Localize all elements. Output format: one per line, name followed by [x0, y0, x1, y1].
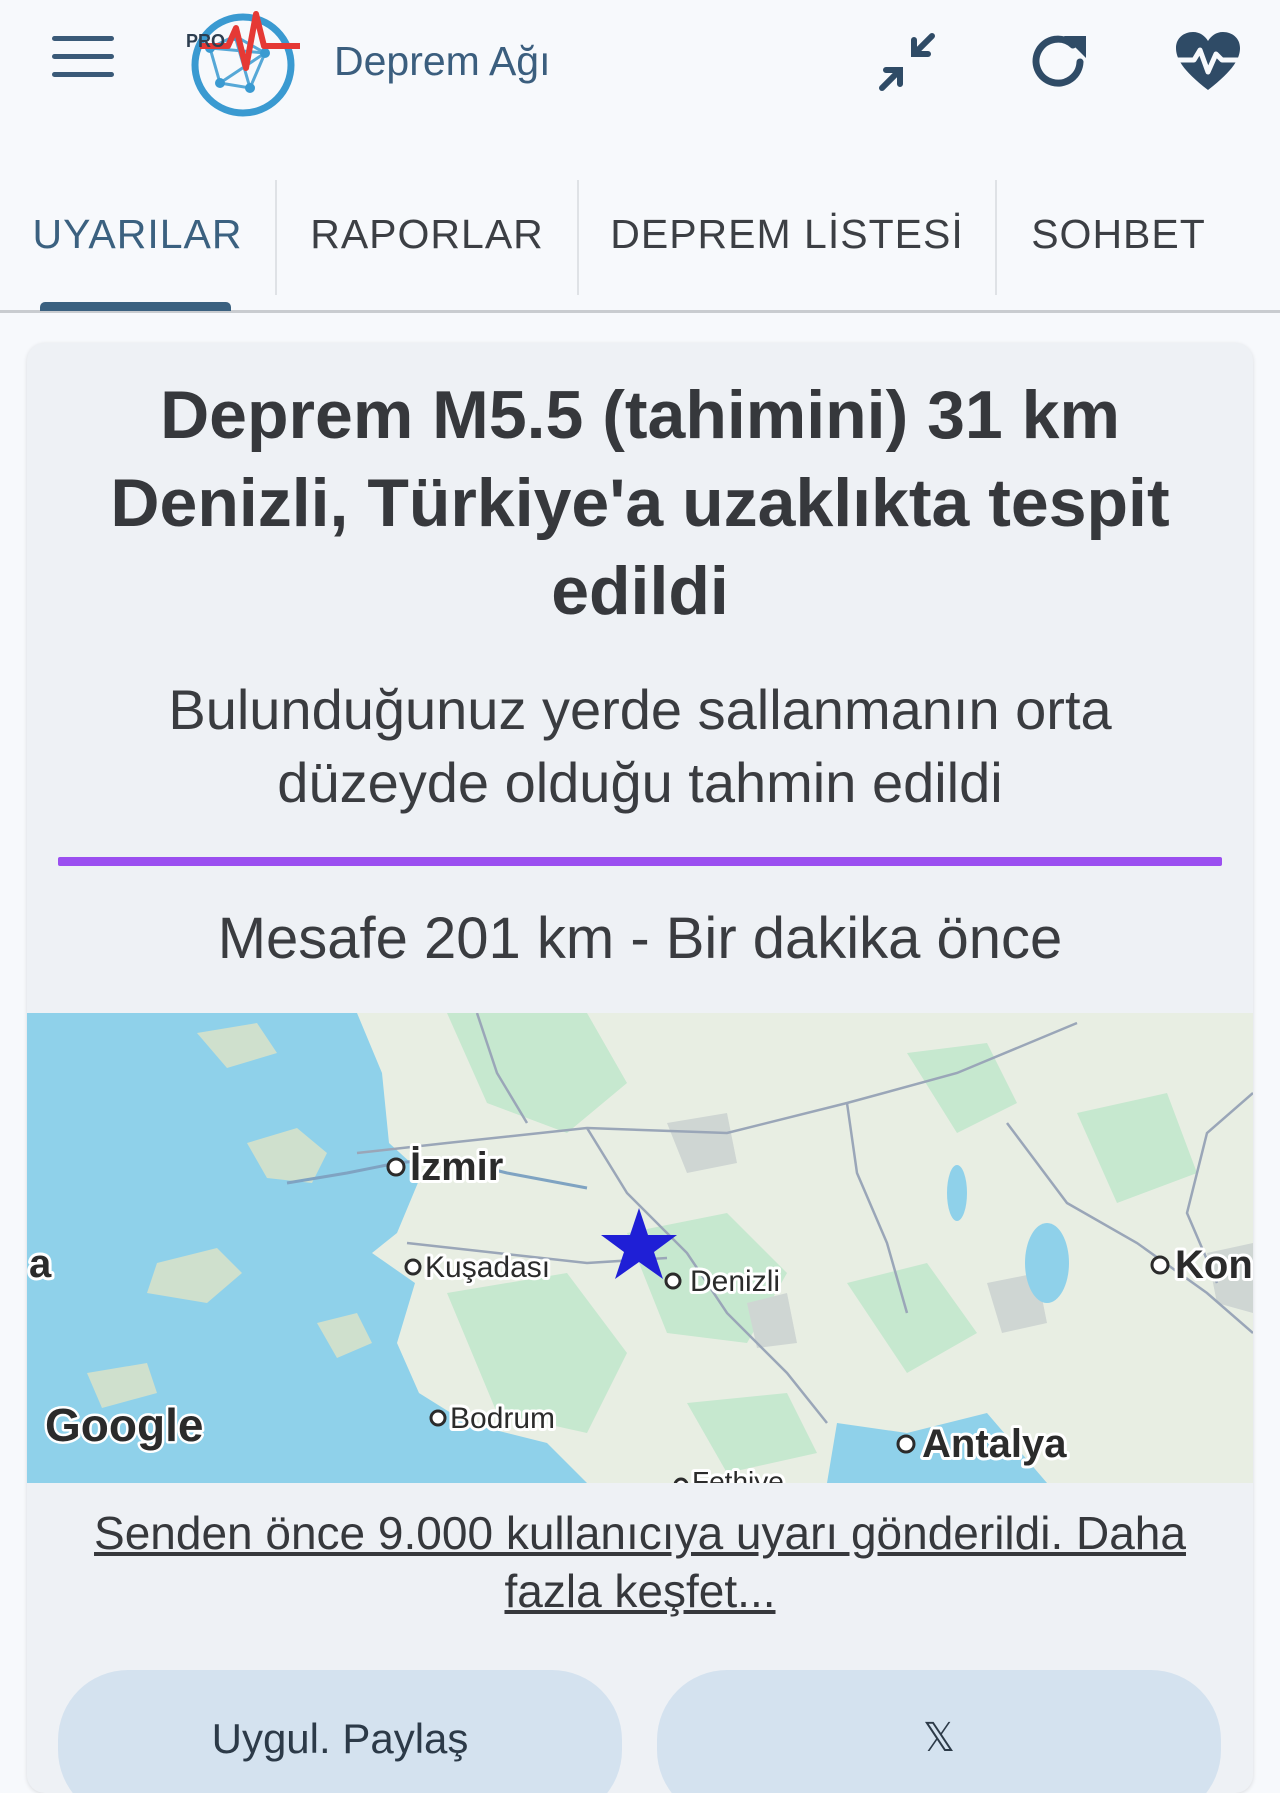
menu-icon[interactable]	[52, 36, 114, 86]
alert-title: Deprem M5.5 (tahimini) 31 km Denizli, Tü…	[110, 377, 1170, 629]
svg-text:Kuşadası: Kuşadası	[425, 1251, 550, 1284]
svg-text:İzmir: İzmir	[410, 1145, 503, 1189]
tab-raporlar[interactable]: RAPORLAR	[277, 175, 577, 293]
active-tab-indicator	[40, 302, 231, 311]
tab-uyarilar[interactable]: UYARILAR	[0, 175, 275, 293]
alert-card: Deprem M5.5 (tahimini) 31 km Denizli, Tü…	[27, 343, 1253, 1793]
tab-deprem-listesi[interactable]: DEPREM LİSTESİ	[579, 175, 995, 293]
map-city-kusadasi: Kuşadası	[404, 1248, 553, 1287]
svg-text:Antalya: Antalya	[922, 1422, 1067, 1466]
shaking-estimate: Bulunduğunuz yerde sallanmanın orta düze…	[168, 678, 1112, 814]
svg-text:Denizli: Denizli	[690, 1265, 780, 1298]
share-app-button[interactable]: Uygul. Paylaş	[58, 1670, 622, 1793]
map-city-antalya: Antalya	[896, 1419, 1070, 1469]
heart-pulse-icon[interactable]	[1172, 28, 1244, 96]
svg-text:Fethiye: Fethiye	[692, 1466, 784, 1483]
google-attribution: Google	[45, 1399, 203, 1451]
tab-sohbet[interactable]: SOHBET	[997, 175, 1240, 293]
distance-time: Mesafe 201 km - Bir dakika önce	[217, 906, 1063, 971]
map-city-fethiye: Fethiye	[673, 1463, 787, 1500]
app-logo: PRO	[180, 8, 310, 120]
alert-map[interactable]: İzmir Kuşadası Denizli Bodrum Antalya Ko…	[27, 1012, 1253, 1500]
svg-text:Bodrum: Bodrum	[450, 1402, 555, 1435]
refresh-icon[interactable]	[1024, 28, 1096, 96]
app-title: Deprem Ağı	[334, 38, 551, 84]
map-city-bodrum: Bodrum	[429, 1399, 558, 1438]
top-app-bar: PRO Deprem Ağı	[0, 0, 1280, 130]
collapse-icon[interactable]	[872, 28, 944, 96]
sent-info-link[interactable]: Senden önce 9.000 kullanıcıya uyarı gönd…	[67, 1504, 1213, 1620]
logo-badge: PRO	[186, 31, 225, 51]
svg-text:a: a	[29, 1242, 52, 1286]
map-city-partial-west: a	[27, 1239, 55, 1289]
intensity-bar	[58, 857, 1222, 866]
tab-bar: UYARILAR RAPORLAR DEPREM LİSTESİ SOHBET	[0, 175, 1280, 313]
svg-text:Kon: Kon	[1175, 1243, 1253, 1287]
x-share-button[interactable]: 𝕏	[657, 1670, 1221, 1793]
